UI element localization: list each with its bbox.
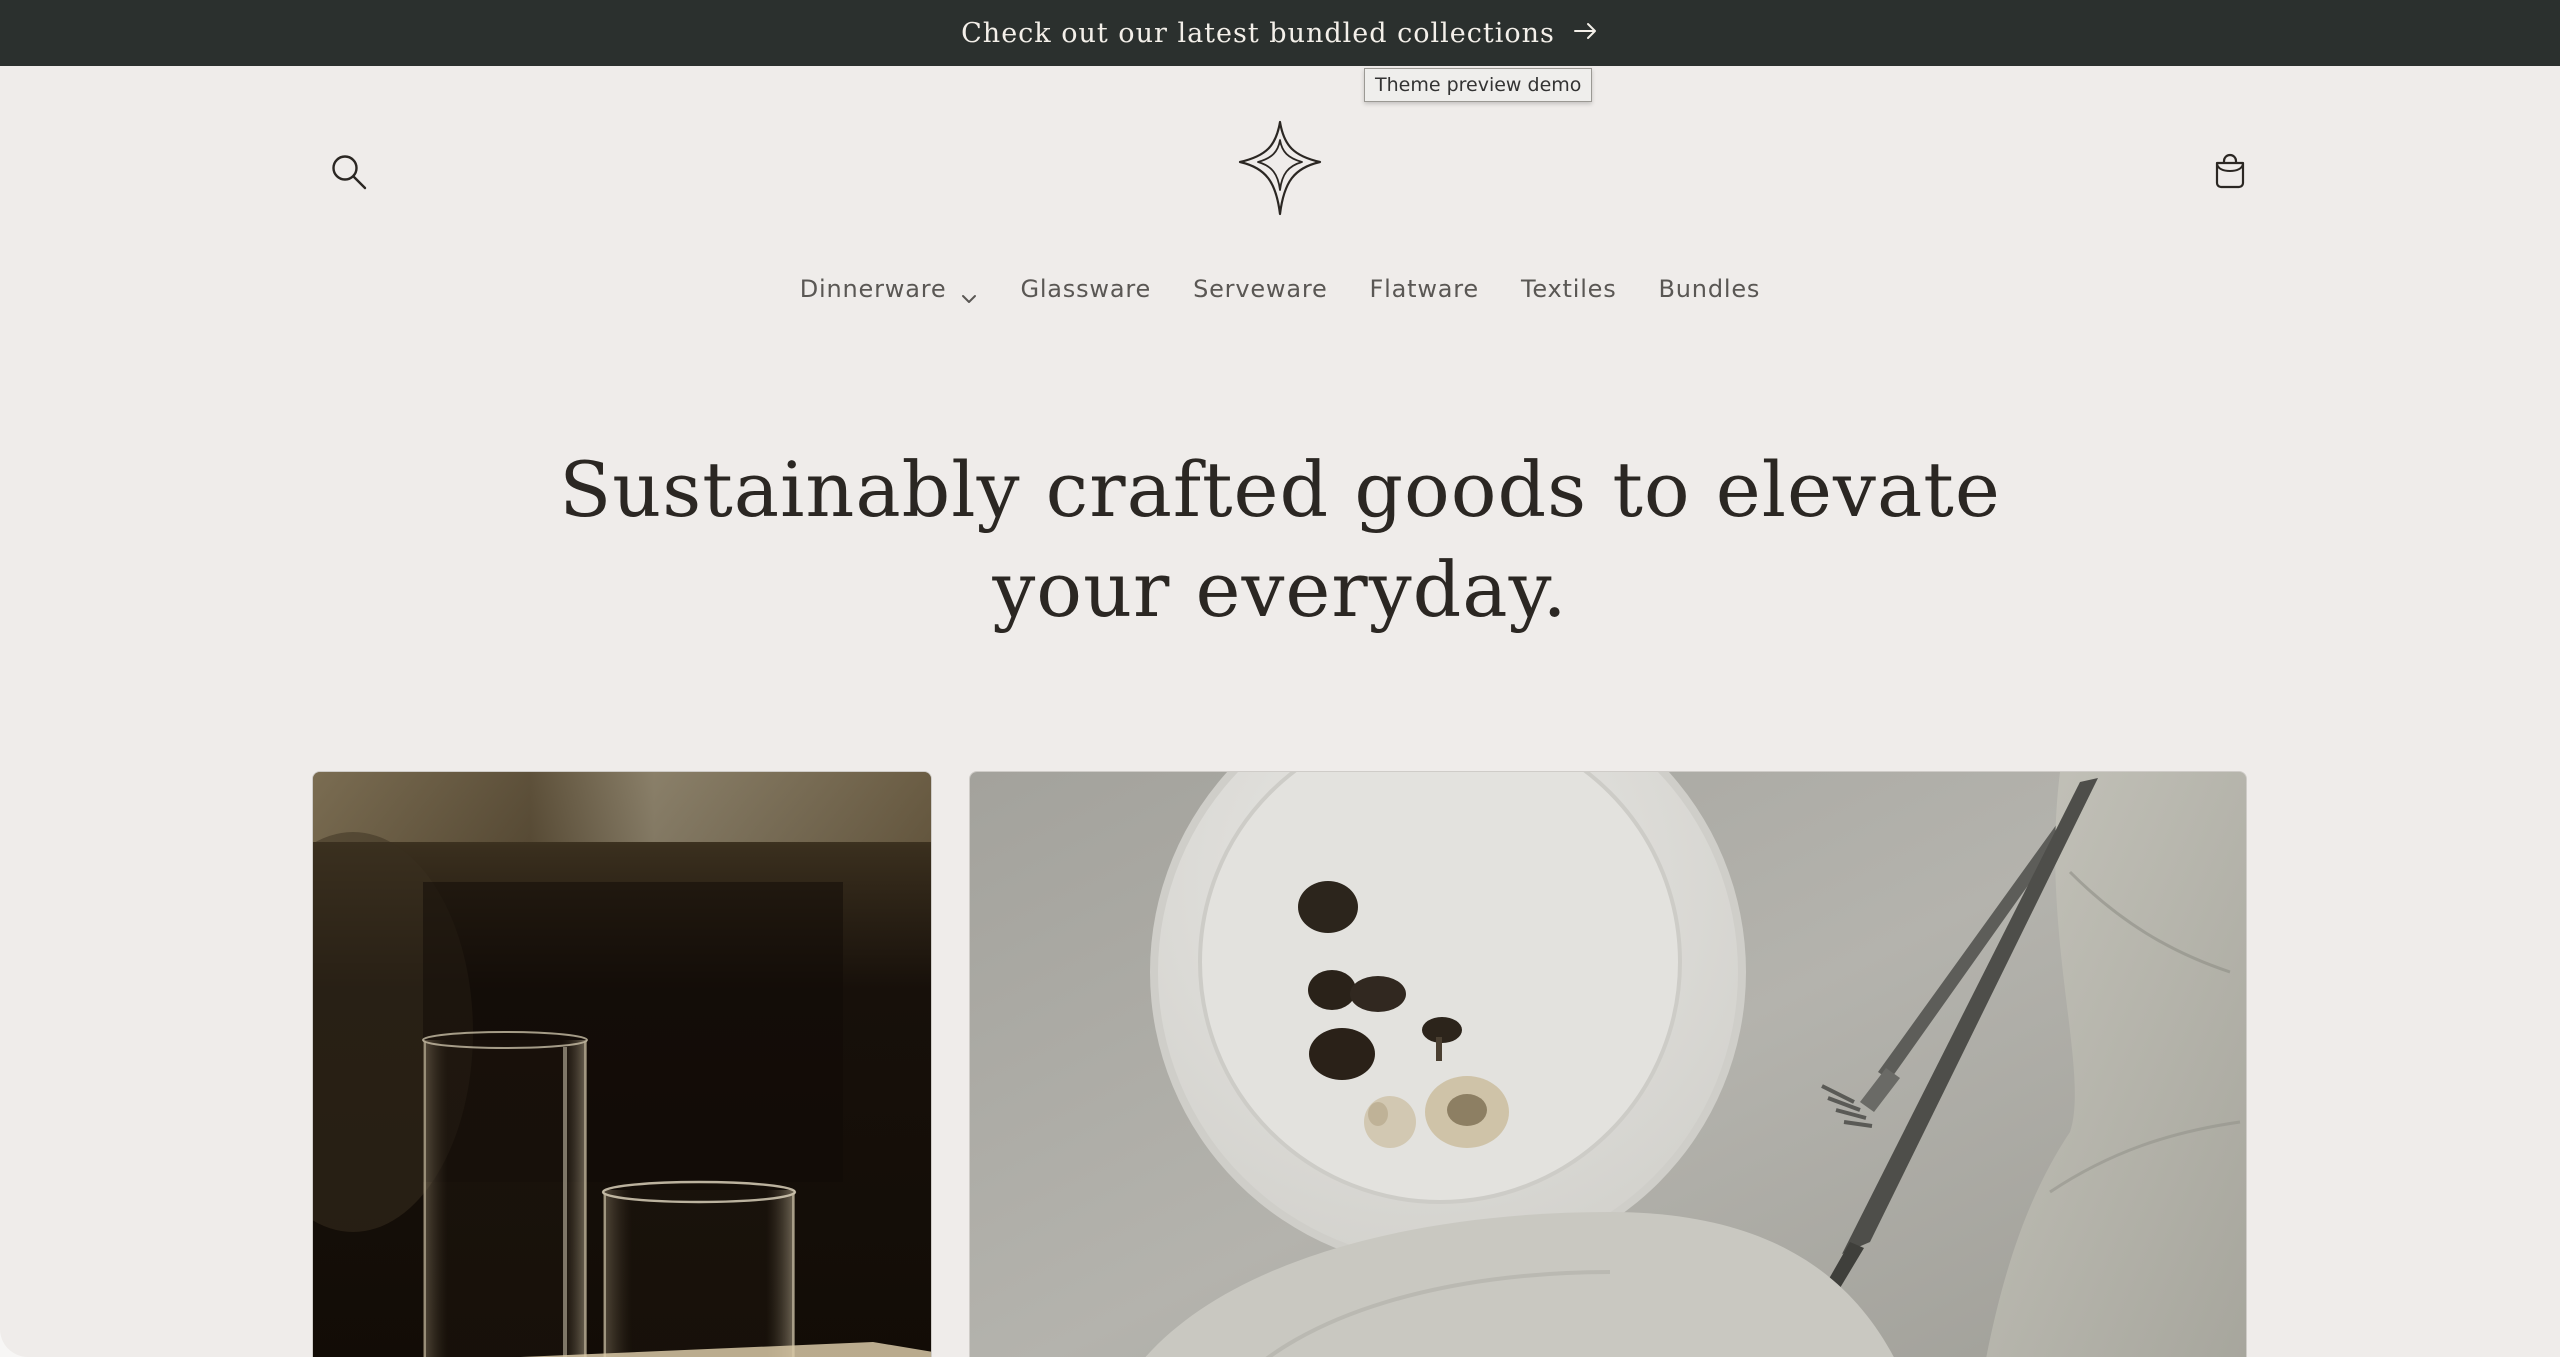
nav-item-dinnerware[interactable]: Dinnerware xyxy=(779,275,1000,303)
nav-item-label: Dinnerware xyxy=(799,275,947,303)
store-logo[interactable] xyxy=(1232,118,1328,218)
nav-item-textiles[interactable]: Textiles xyxy=(1500,275,1638,303)
cart-button[interactable] xyxy=(2200,142,2260,202)
nav-item-glassware[interactable]: Glassware xyxy=(999,275,1172,303)
announcement-text: Check out our latest bundled collections xyxy=(961,17,1555,49)
four-point-star-logo-icon xyxy=(1232,120,1328,222)
arrow-right-icon xyxy=(1573,18,1599,48)
dinnerware-photo xyxy=(970,772,2246,1357)
nav-item-label: Serveware xyxy=(1193,275,1328,303)
theme-preview-tooltip: Theme preview demo xyxy=(1364,68,1593,102)
tooltip-text: Theme preview demo xyxy=(1375,74,1582,96)
nav-item-label: Textiles xyxy=(1520,275,1617,303)
search-icon xyxy=(330,153,368,194)
hero-heading: Sustainably crafted goods to elevate you… xyxy=(380,440,2180,640)
glassware-photo xyxy=(313,772,931,1357)
nav-item-bundles[interactable]: Bundles xyxy=(1638,275,1782,303)
chevron-down-icon xyxy=(960,283,978,303)
nav-item-serveware[interactable]: Serveware xyxy=(1172,275,1348,303)
nav-item-label: Glassware xyxy=(1020,275,1152,303)
nav-item-label: Bundles xyxy=(1658,275,1761,303)
glassware-image-card[interactable] xyxy=(312,771,932,1357)
hero-heading-line-1: Sustainably crafted goods to elevate xyxy=(559,445,2001,534)
main-navigation: Dinnerware Glassware Serveware Flatware … xyxy=(0,266,2560,312)
nav-item-flatware[interactable]: Flatware xyxy=(1349,275,1500,303)
announcement-link[interactable]: Check out our latest bundled collections xyxy=(961,18,1599,49)
search-button[interactable] xyxy=(320,144,378,202)
announcement-bar: Check out our latest bundled collections xyxy=(0,0,2560,66)
nav-item-label: Flatware xyxy=(1369,275,1479,303)
shopping-bag-icon xyxy=(2210,151,2250,194)
page: Check out our latest bundled collections… xyxy=(0,0,2560,1357)
hero-heading-line-2: your everyday. xyxy=(992,545,1568,634)
dinnerware-image-card[interactable] xyxy=(969,771,2247,1357)
